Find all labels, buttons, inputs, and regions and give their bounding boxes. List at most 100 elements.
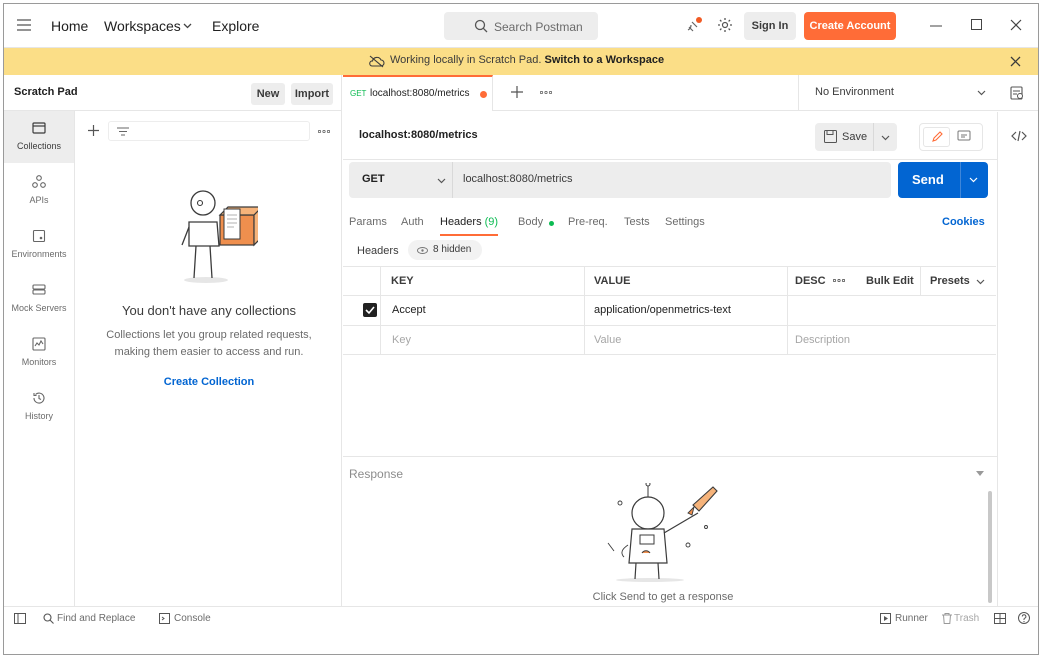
help-icon[interactable] bbox=[1018, 612, 1030, 624]
method-value: GET bbox=[362, 173, 385, 185]
cookies-link[interactable]: Cookies bbox=[942, 216, 985, 228]
chevron-down-icon bbox=[976, 279, 985, 285]
environment-quick-look-icon[interactable] bbox=[1010, 86, 1024, 100]
switch-workspace-link[interactable]: Switch to a Workspace bbox=[544, 54, 664, 66]
request-title[interactable]: localhost:8080/metrics bbox=[359, 129, 478, 141]
save-button[interactable]: Save bbox=[815, 123, 897, 151]
sidebar-item-label: APIs bbox=[29, 195, 49, 205]
sidebar-item-environments[interactable]: Environments bbox=[4, 219, 74, 271]
search-input[interactable]: Search Postman bbox=[444, 12, 598, 40]
environment-select[interactable]: No Environment bbox=[798, 75, 998, 110]
response-label: Response bbox=[349, 467, 404, 481]
comments-icon[interactable] bbox=[957, 130, 971, 143]
tab-method: GET bbox=[350, 89, 367, 98]
sidebar-item-mock-servers[interactable]: Mock Servers bbox=[4, 273, 74, 325]
url-input[interactable]: localhost:8080/metrics bbox=[453, 162, 891, 198]
console-icon bbox=[159, 613, 170, 624]
status-bar: Find and Replace Console Runner Trash bbox=[4, 606, 1038, 630]
response-scrollbar[interactable] bbox=[988, 491, 992, 603]
apis-icon bbox=[31, 174, 47, 190]
method-select[interactable]: GET bbox=[349, 162, 453, 198]
response-pane: Response Click Send to get a response bbox=[343, 456, 997, 606]
astronaut-rocket-illustration bbox=[598, 483, 728, 583]
sidebar-item-monitors[interactable]: Monitors bbox=[4, 327, 74, 379]
app-window: Home Workspaces Explore Search Postman S… bbox=[3, 3, 1039, 655]
collapse-response-icon[interactable] bbox=[976, 471, 984, 476]
chevron-down-icon[interactable] bbox=[969, 177, 978, 183]
sidebar-item-collections[interactable]: Collections bbox=[4, 111, 74, 163]
create-collection-link[interactable]: Create Collection bbox=[76, 376, 342, 388]
satellite-sync-icon[interactable] bbox=[685, 16, 703, 34]
tab-auth[interactable]: Auth bbox=[401, 216, 424, 228]
view-toggle[interactable] bbox=[919, 123, 983, 151]
new-button[interactable]: New bbox=[251, 83, 285, 105]
toggle-sidebar-icon[interactable] bbox=[14, 613, 26, 624]
presets-button[interactable]: Presets bbox=[930, 275, 970, 287]
tab-tests[interactable]: Tests bbox=[624, 216, 650, 228]
runner-button[interactable]: Runner bbox=[895, 613, 928, 624]
sidebar-item-apis[interactable]: APIs bbox=[4, 165, 74, 217]
sidebar-item-history[interactable]: History bbox=[4, 381, 74, 433]
more-options-icon[interactable] bbox=[318, 130, 330, 133]
settings-gear-icon[interactable] bbox=[717, 17, 733, 33]
divider bbox=[920, 266, 921, 295]
response-hint: Click Send to get a response bbox=[592, 591, 734, 603]
cloud-off-icon bbox=[368, 55, 385, 68]
table-more-icon[interactable] bbox=[833, 279, 845, 282]
header-key-cell[interactable]: Accept bbox=[392, 304, 426, 316]
sidebar-rail: Collections APIs Environments Mock Serve… bbox=[4, 111, 75, 606]
column-header-description: DESC bbox=[795, 275, 826, 287]
sidebar-item-label: Mock Servers bbox=[11, 303, 67, 313]
save-icon bbox=[824, 130, 837, 143]
hidden-headers-toggle[interactable]: 8 hidden bbox=[408, 240, 482, 260]
two-pane-view-icon[interactable] bbox=[994, 613, 1006, 624]
headers-section-label: Headers bbox=[357, 245, 399, 257]
create-account-button[interactable]: Create Account bbox=[804, 12, 896, 40]
request-subtabs: Params Auth Headers (9) Body Pre-req. Te… bbox=[349, 212, 989, 236]
new-header-key-input[interactable]: Key bbox=[392, 334, 411, 346]
new-tab-icon[interactable] bbox=[511, 86, 523, 98]
filter-input[interactable] bbox=[108, 121, 310, 141]
close-window-icon[interactable] bbox=[1010, 19, 1022, 31]
divider bbox=[960, 162, 961, 198]
sign-in-button[interactable]: Sign In bbox=[744, 12, 796, 40]
header-enabled-checkbox[interactable] bbox=[363, 303, 377, 317]
empty-collections-description: Collections let you group related reques… bbox=[106, 329, 312, 358]
nav-workspaces[interactable]: Workspaces bbox=[104, 18, 181, 34]
trash-icon bbox=[942, 613, 952, 624]
filter-icon bbox=[117, 127, 129, 136]
code-snippet-icon[interactable] bbox=[1011, 130, 1027, 142]
tab-headers-label: Headers bbox=[440, 216, 482, 228]
tab-localhost-metrics[interactable]: GET localhost:8080/metrics bbox=[343, 75, 493, 111]
sidebar-header: Scratch Pad New Import bbox=[4, 75, 342, 111]
send-button[interactable]: Send bbox=[898, 162, 988, 198]
nav-home[interactable]: Home bbox=[51, 18, 88, 34]
bulk-edit-button[interactable]: Bulk Edit bbox=[866, 275, 914, 287]
tab-more-icon[interactable] bbox=[540, 91, 552, 94]
tab-params[interactable]: Params bbox=[349, 216, 387, 228]
banner-close-icon[interactable] bbox=[1010, 56, 1021, 67]
find-replace-button[interactable]: Find and Replace bbox=[57, 613, 135, 624]
add-collection-icon[interactable] bbox=[88, 125, 99, 136]
tab-prerequest[interactable]: Pre-req. bbox=[568, 216, 608, 228]
import-button[interactable]: Import bbox=[291, 83, 333, 105]
header-value-cell[interactable]: application/openmetrics-text bbox=[594, 304, 731, 316]
edit-mode-button[interactable] bbox=[923, 127, 950, 147]
save-label: Save bbox=[842, 131, 868, 143]
hidden-headers-label: 8 hidden bbox=[433, 244, 472, 255]
minimize-icon[interactable] bbox=[930, 25, 942, 27]
console-button[interactable]: Console bbox=[174, 613, 211, 624]
nav-explore[interactable]: Explore bbox=[212, 18, 259, 34]
divider bbox=[380, 266, 381, 354]
tab-headers[interactable]: Headers (9) bbox=[440, 212, 499, 236]
new-header-value-input[interactable]: Value bbox=[594, 334, 621, 346]
tab-body[interactable]: Body bbox=[518, 216, 543, 228]
chevron-down-icon[interactable] bbox=[881, 135, 890, 141]
tab-settings[interactable]: Settings bbox=[665, 216, 705, 228]
monitors-icon bbox=[31, 336, 47, 352]
maximize-icon[interactable] bbox=[971, 19, 982, 30]
new-header-description-input[interactable]: Description bbox=[795, 334, 850, 346]
hamburger-menu-icon[interactable] bbox=[17, 19, 31, 31]
trash-button[interactable]: Trash bbox=[954, 613, 979, 624]
body-indicator-dot bbox=[549, 221, 554, 226]
